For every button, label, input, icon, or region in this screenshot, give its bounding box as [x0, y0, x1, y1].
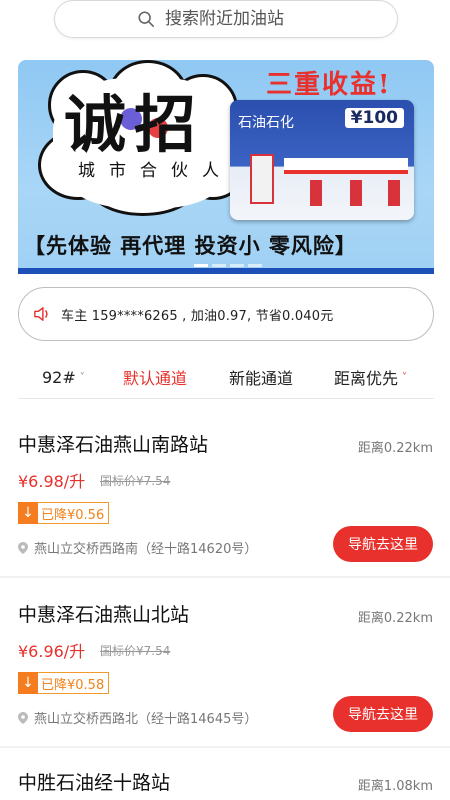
station-name: 中胜石油经十路站: [18, 772, 171, 794]
carousel-indicator: [194, 264, 262, 267]
chevron-down-icon: ˅: [402, 371, 408, 383]
tab-new-energy-label: 新能通道: [229, 369, 294, 388]
fuel-card-image: 石油石化 ¥100: [230, 100, 414, 220]
arrow-down-icon: ↓: [18, 501, 38, 524]
station-name: 中惠泽石油燕山北站: [18, 604, 190, 626]
discount-text: 已降¥0.58: [41, 677, 105, 693]
station-address: 燕山立交桥西路南（经十路14620号）: [18, 538, 257, 557]
arrow-down-icon: ↓: [18, 671, 38, 694]
banner-title: 诚招: [64, 88, 205, 161]
station-distance: 距离1.08km: [357, 779, 433, 794]
fuel-pump-icon: [350, 180, 362, 206]
reference-price: 国标价¥7.54: [100, 474, 171, 488]
banner-promo: 三重收益!: [266, 70, 392, 100]
station-address: 燕山立交桥西路北（经十路14645号）: [18, 708, 257, 727]
tab-default-channel-label: 默认通道: [123, 369, 188, 388]
station-sign: [250, 154, 274, 204]
search-input[interactable]: [165, 9, 315, 29]
search-icon: [138, 11, 155, 28]
sort-distance-filter[interactable]: 距离优先 ˅: [334, 360, 407, 394]
tab-default-channel[interactable]: 默认通道: [123, 360, 187, 394]
location-pin-icon: [18, 541, 28, 554]
station-card[interactable]: 中惠泽石油燕山南路站 距离0.22km ¥6.98/升 国标价¥7.54 ↓ 已…: [0, 430, 450, 570]
discount-badge: ↓ 已降¥0.56: [18, 501, 110, 524]
sort-distance-label: 距离优先: [334, 369, 399, 388]
banner-slogan: 【先体验 再代理 投资小 零风险】: [24, 233, 357, 258]
savings-notice: 车主 159****6265 , 加油0.97, 节省0.040元: [18, 287, 434, 341]
chevron-down-icon: ˅: [79, 371, 85, 383]
discount-badge: ↓ 已降¥0.58: [18, 671, 110, 694]
carousel-dot: [194, 264, 208, 267]
notice-text: 车主 159****6265 , 加油0.97, 节省0.040元: [61, 308, 334, 324]
station-canopy: [284, 158, 408, 174]
divider: [18, 398, 434, 399]
reference-price: 国标价¥7.54: [100, 644, 171, 658]
location-pin-icon: [18, 711, 28, 724]
station-distance: 距离0.22km: [357, 611, 433, 626]
fuel-pump-icon: [310, 180, 322, 206]
banner-bottom-bar: [18, 268, 434, 274]
divider: [0, 746, 450, 748]
station-name: 中惠泽石油燕山南路站: [18, 434, 209, 456]
fuel-type-label: 92#: [42, 367, 76, 387]
station-card[interactable]: 中惠泽石油燕山北站 距离0.22km ¥6.96/升 国标价¥7.54 ↓ 已降…: [0, 600, 450, 740]
card-amount: ¥100: [344, 108, 404, 128]
banner-subtitle: 城市合伙人: [78, 161, 233, 181]
card-brand: 石油石化: [238, 115, 294, 131]
station-address-text: 燕山立交桥西路北（经十路14645号）: [34, 712, 258, 727]
station-price: ¥6.98/升: [18, 472, 86, 491]
fuel-pump-icon: [388, 180, 400, 206]
discount-text: 已降¥0.56: [41, 507, 105, 523]
tab-new-energy-channel[interactable]: 新能通道: [229, 360, 293, 394]
divider: [0, 576, 450, 578]
speaker-icon: [34, 307, 48, 321]
station-price: ¥6.96/升: [18, 642, 86, 661]
search-bar[interactable]: [54, 0, 398, 38]
fuel-type-filter[interactable]: 92# ˅: [42, 360, 85, 394]
carousel-dot: [230, 264, 244, 267]
carousel-dot: [248, 264, 262, 267]
station-card[interactable]: 中胜石油经十路站 距离1.08km: [0, 768, 450, 800]
station-distance: 距离0.22km: [357, 441, 433, 456]
carousel-dot: [212, 264, 226, 267]
navigate-button[interactable]: 导航去这里: [333, 526, 433, 562]
filter-bar: 92# ˅ 默认通道 新能通道 距离优先 ˅: [0, 360, 450, 396]
station-address-text: 燕山立交桥西路南（经十路14620号）: [34, 542, 258, 557]
navigate-button[interactable]: 导航去这里: [333, 696, 433, 732]
promo-banner[interactable]: 诚招 城市合伙人 三重收益! 石油石化 ¥100 【先体验 再代理 投资小 零风…: [18, 60, 434, 274]
